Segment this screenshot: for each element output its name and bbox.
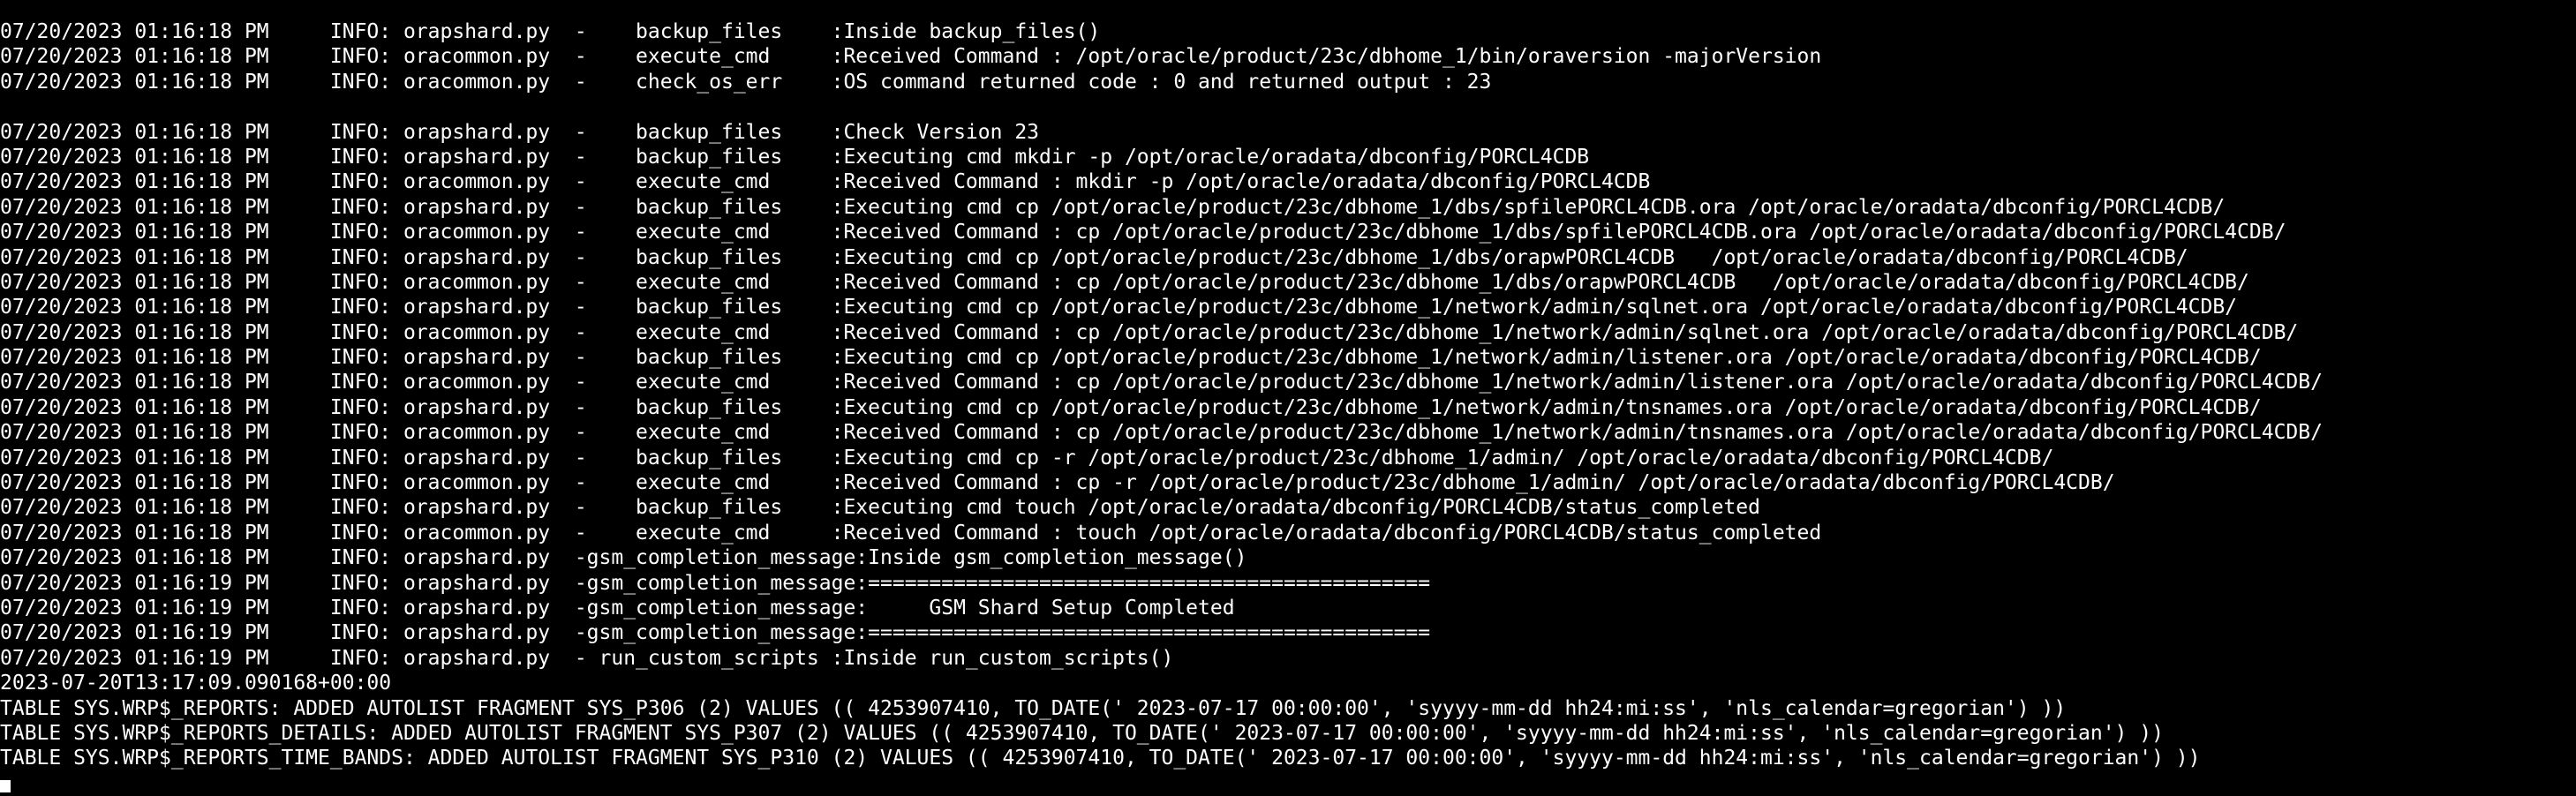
log-line: 07/20/2023 01:16:18 PM INFO: oracommon.p… xyxy=(0,70,1492,94)
log-line: 07/20/2023 01:16:18 PM INFO: orapshard.p… xyxy=(0,20,1101,43)
log-line: 07/20/2023 01:16:18 PM INFO: orapshard.p… xyxy=(0,546,1247,570)
log-line: 07/20/2023 01:16:18 PM INFO: oracommon.p… xyxy=(0,320,2299,344)
log-line: 07/20/2023 01:16:18 PM INFO: orapshard.p… xyxy=(0,120,1040,144)
log-line: TABLE SYS.WRP$_REPORTS_DETAILS: ADDED AU… xyxy=(0,721,2164,745)
log-line: 07/20/2023 01:16:18 PM INFO: oracommon.p… xyxy=(0,371,2323,394)
log-line: 07/20/2023 01:16:18 PM INFO: oracommon.p… xyxy=(0,521,1822,544)
log-line: 07/20/2023 01:16:18 PM INFO: oracommon.p… xyxy=(0,221,2286,244)
log-line: 07/20/2023 01:16:18 PM INFO: oracommon.p… xyxy=(0,421,2323,445)
log-line: 07/20/2023 01:16:18 PM INFO: orapshard.p… xyxy=(0,296,2238,319)
log-line: 2023-07-20T13:17:09.090168+00:00 xyxy=(0,672,392,695)
log-line: 07/20/2023 01:16:18 PM INFO: orapshard.p… xyxy=(0,245,2188,269)
terminal-output[interactable]: 07/20/2023 01:16:18 PM INFO: orapshard.p… xyxy=(0,0,2576,793)
cursor-block xyxy=(0,780,11,793)
log-line: 07/20/2023 01:16:19 PM INFO: orapshard.p… xyxy=(0,596,1235,620)
log-line: 07/20/2023 01:16:19 PM INFO: orapshard.p… xyxy=(0,571,1431,595)
log-line: 07/20/2023 01:16:18 PM INFO: oracommon.p… xyxy=(0,45,1822,69)
log-line: 07/20/2023 01:16:18 PM INFO: orapshard.p… xyxy=(0,145,1590,169)
log-line: 07/20/2023 01:16:18 PM INFO: orapshard.p… xyxy=(0,195,2226,219)
log-line: 07/20/2023 01:16:18 PM INFO: orapshard.p… xyxy=(0,446,2054,469)
log-line: TABLE SYS.WRP$_REPORTS: ADDED AUTOLIST F… xyxy=(0,696,2067,720)
log-line: 07/20/2023 01:16:18 PM INFO: oracommon.p… xyxy=(0,270,2249,294)
log-line: 07/20/2023 01:16:19 PM INFO: orapshard.p… xyxy=(0,646,1174,670)
log-line: 07/20/2023 01:16:18 PM INFO: oracommon.p… xyxy=(0,170,1651,194)
log-line: 07/20/2023 01:16:18 PM INFO: orapshard.p… xyxy=(0,395,2262,419)
log-line: 07/20/2023 01:16:18 PM INFO: oracommon.p… xyxy=(0,471,2115,495)
log-line: 07/20/2023 01:16:18 PM INFO: orapshard.p… xyxy=(0,496,1760,520)
log-line: 07/20/2023 01:16:18 PM INFO: orapshard.p… xyxy=(0,346,2262,370)
log-line: TABLE SYS.WRP$_REPORTS_TIME_BANDS: ADDED… xyxy=(0,747,2201,770)
log-line: 07/20/2023 01:16:19 PM INFO: orapshard.p… xyxy=(0,621,1431,645)
